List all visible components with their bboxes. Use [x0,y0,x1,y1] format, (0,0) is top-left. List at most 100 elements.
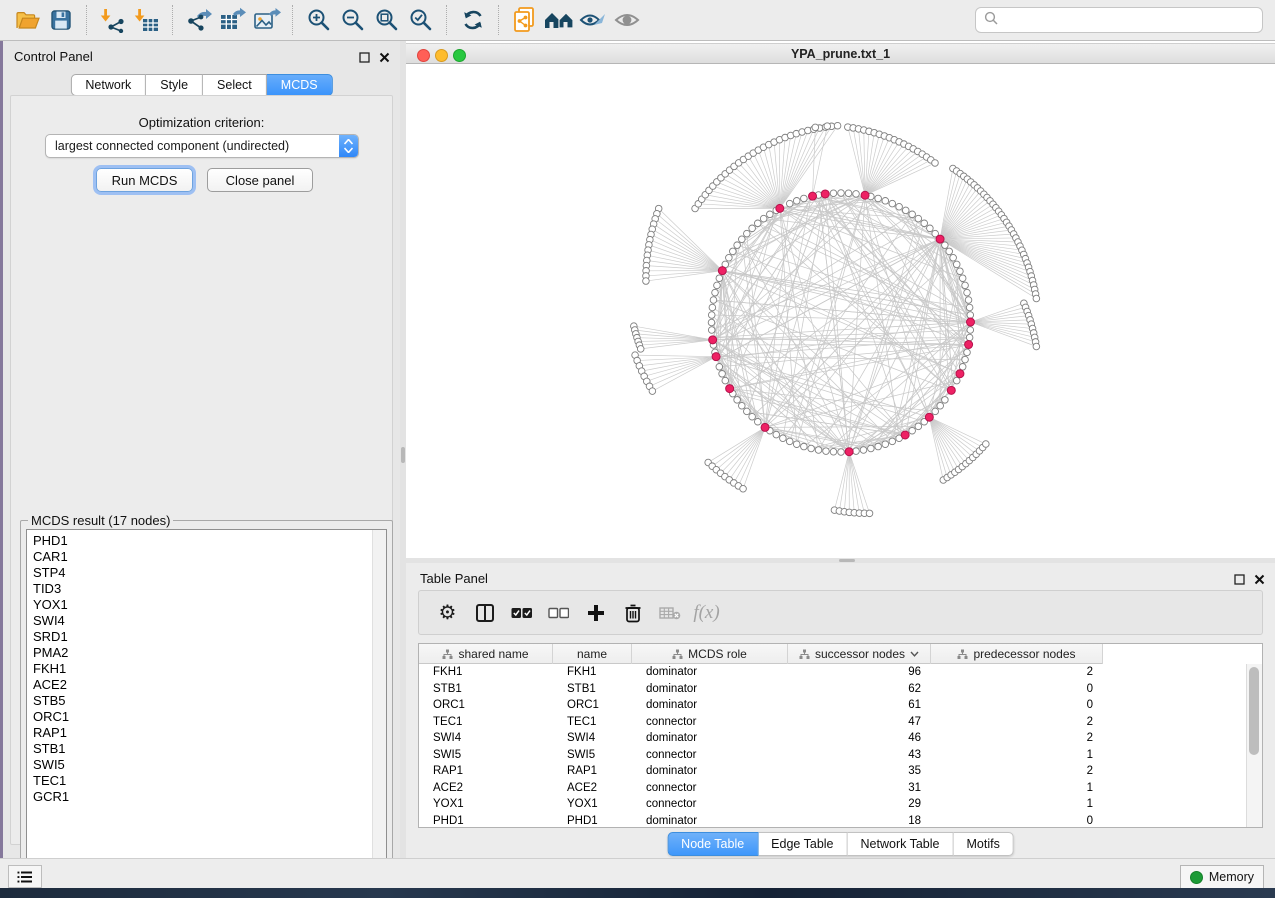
mcds-result-item[interactable]: SRD1 [27,629,372,645]
close-panel-icon[interactable] [379,50,390,68]
tab-node-table[interactable]: Node Table [667,832,758,856]
ring-node[interactable] [902,207,909,214]
ring-node[interactable] [838,449,845,456]
leaf-node[interactable] [834,122,841,129]
ring-node[interactable] [853,448,860,455]
ring-node[interactable] [953,261,960,268]
leaf-node[interactable] [1033,295,1040,302]
ring-node[interactable] [780,435,787,442]
mcds-result-item[interactable]: STP4 [27,565,372,581]
ring-node[interactable] [734,397,741,404]
table-scrollbar-thumb[interactable] [1249,667,1259,755]
leaf-node[interactable] [932,160,939,167]
ring-node[interactable] [722,377,729,384]
mcds-result-item[interactable]: YOX1 [27,597,372,613]
table-row[interactable]: SWI4SWI4dominator462 [419,730,1247,747]
tab-select[interactable]: Select [203,74,267,96]
memory-button[interactable]: Memory [1180,865,1264,889]
mcds-hub-node[interactable] [776,204,784,212]
ring-node[interactable] [882,441,889,448]
hide-annotations-icon[interactable] [576,4,610,36]
ring-node[interactable] [921,220,928,227]
mcds-hub-node[interactable] [718,267,726,275]
tab-mcds[interactable]: MCDS [267,74,333,96]
save-session-icon[interactable] [44,4,78,36]
ring-node[interactable] [714,282,721,289]
column-header-MCDS-role[interactable]: MCDS role [632,644,788,664]
mcds-hub-node[interactable] [726,385,734,393]
mcds-result-item[interactable]: SWI5 [27,757,372,773]
column-header-successor-nodes[interactable]: successor nodes [788,644,931,664]
ring-node[interactable] [830,448,837,455]
ring-node[interactable] [942,242,949,249]
ring-node[interactable] [710,297,717,304]
float-panel-icon[interactable] [359,50,370,68]
ring-node[interactable] [896,203,903,210]
table-row[interactable]: SWI5SWI5connector431 [419,747,1247,764]
ring-node[interactable] [708,319,715,326]
ring-node[interactable] [744,230,751,237]
delete-column-trash-icon[interactable] [614,595,651,631]
ring-node[interactable] [845,190,852,197]
leaf-node[interactable] [637,346,644,353]
ring-node[interactable] [716,275,723,282]
zoom-in-icon[interactable] [302,4,336,36]
zoom-selected-icon[interactable] [404,4,438,36]
select-all-columns-icon[interactable] [503,595,540,631]
ring-node[interactable] [953,377,960,384]
export-table-icon[interactable] [216,4,250,36]
first-neighbors-icon[interactable] [542,4,576,36]
search-input[interactable] [1002,12,1262,28]
ring-node[interactable] [962,282,969,289]
tab-motifs[interactable]: Motifs [953,832,1013,856]
ring-node[interactable] [808,445,815,452]
ring-node[interactable] [786,438,793,445]
ring-node[interactable] [815,447,822,454]
ring-node[interactable] [760,215,767,222]
ring-node[interactable] [875,443,882,450]
ring-node[interactable] [719,370,726,377]
mcds-result-item[interactable]: CAR1 [27,549,372,565]
table-row[interactable]: ACE2ACE2connector311 [419,780,1247,797]
table-row[interactable]: FKH1FKH1dominator962 [419,664,1247,681]
leaf-node[interactable] [643,278,650,285]
table-row[interactable]: YOX1YOX1connector291 [419,796,1247,813]
ring-node[interactable] [946,248,953,255]
ring-node[interactable] [853,191,860,198]
network-canvas[interactable] [406,64,1275,558]
leaf-node[interactable] [740,485,747,492]
ring-node[interactable] [875,195,882,202]
mcds-list-scrollbar[interactable] [372,530,386,887]
column-header-shared-name[interactable]: shared name [419,644,553,664]
tab-edge-table[interactable]: Edge Table [758,832,847,856]
ring-node[interactable] [950,254,957,261]
mcds-result-item[interactable]: FKH1 [27,661,372,677]
mcds-result-item[interactable]: RAP1 [27,725,372,741]
horizontal-splitter-grip[interactable] [839,559,855,562]
ring-node[interactable] [957,268,964,275]
criterion-dropdown[interactable]: largest connected component (undirected) [45,134,359,158]
ring-node[interactable] [712,289,719,296]
clone-network-icon[interactable] [508,4,542,36]
tab-network[interactable]: Network [70,74,146,96]
table-row[interactable]: RAP1RAP1dominator352 [419,763,1247,780]
ring-node[interactable] [959,363,966,370]
mcds-hub-node[interactable] [947,386,955,394]
mcds-result-item[interactable]: PMA2 [27,645,372,661]
ring-node[interactable] [860,447,867,454]
export-image-icon[interactable] [250,4,284,36]
mcds-hub-node[interactable] [965,341,973,349]
ring-node[interactable] [793,441,800,448]
ring-node[interactable] [909,427,916,434]
mcds-result-list[interactable]: PHD1CAR1STP4TID3YOX1SWI4SRD1PMA2FKH1ACE2… [26,529,387,888]
mcds-hub-node[interactable] [901,431,909,439]
mcds-hub-node[interactable] [861,191,869,199]
tab-style[interactable]: Style [146,74,203,96]
ring-node[interactable] [915,215,922,222]
zoom-fit-icon[interactable] [370,4,404,36]
leaf-node[interactable] [812,124,819,131]
ring-node[interactable] [801,443,808,450]
ring-node[interactable] [708,312,715,319]
import-network-icon[interactable] [96,4,130,36]
column-header-predecessor-nodes[interactable]: predecessor nodes [931,644,1103,664]
